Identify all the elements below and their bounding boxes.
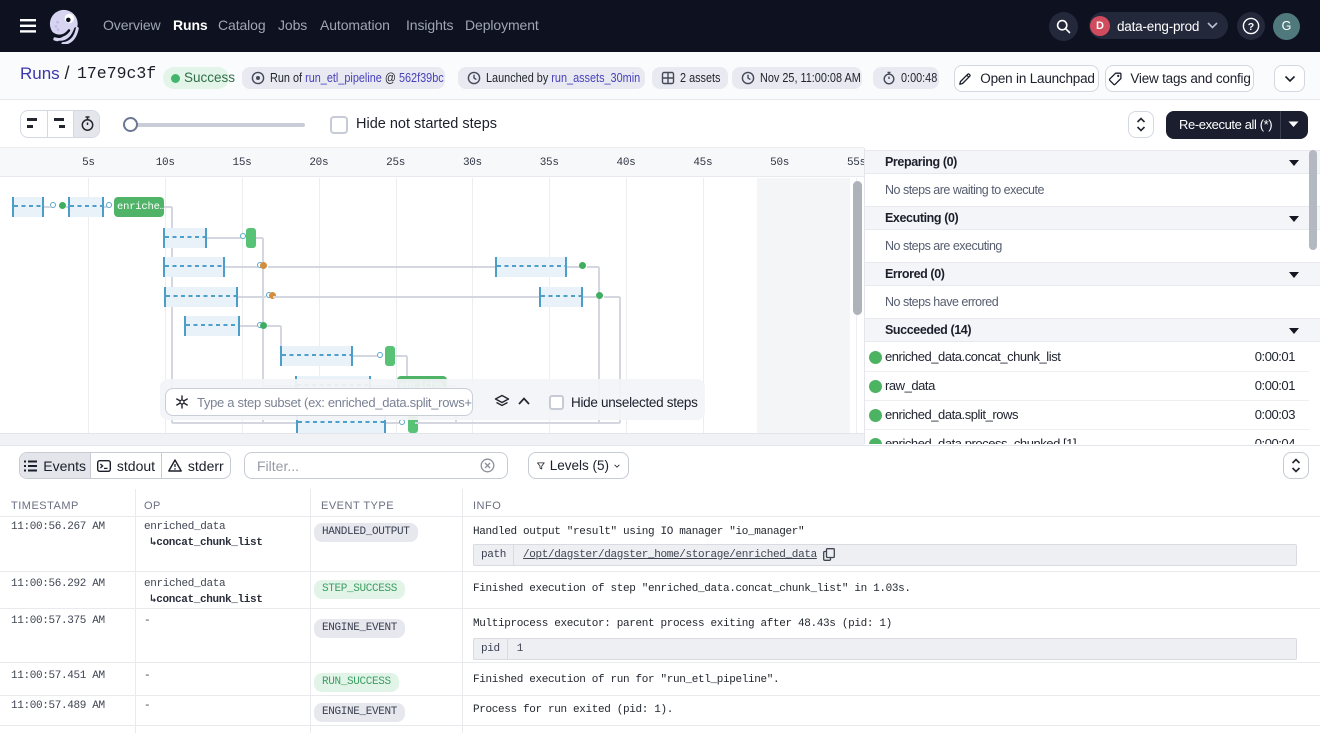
- svg-text:?: ?: [1248, 21, 1254, 33]
